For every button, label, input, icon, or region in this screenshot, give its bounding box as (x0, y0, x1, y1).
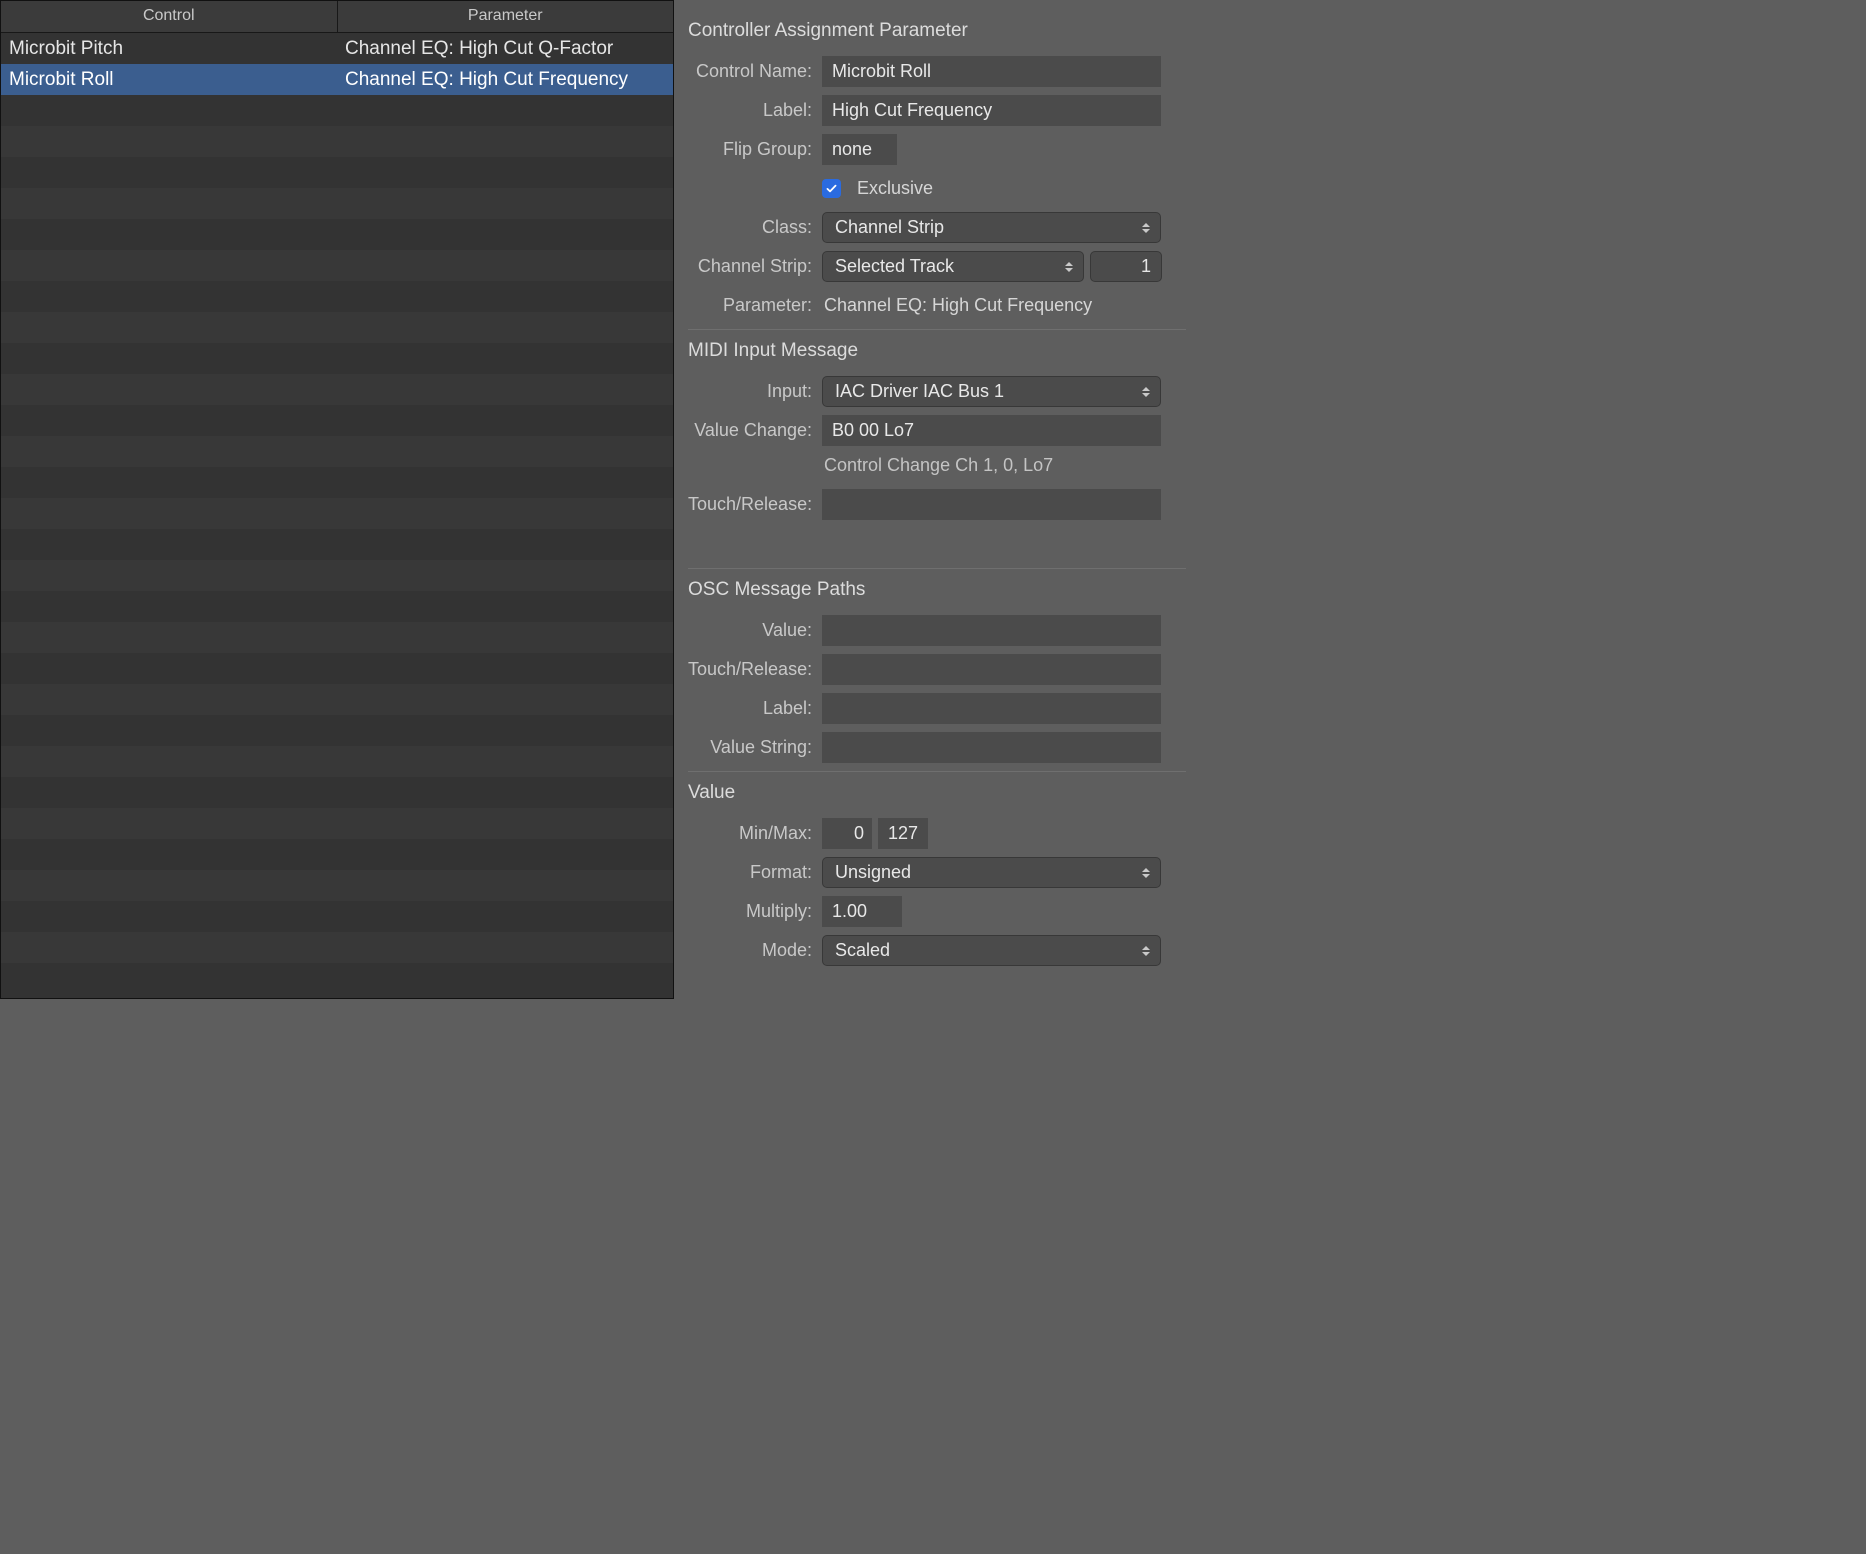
label-parameter: Parameter: (688, 295, 822, 316)
stepper-icon (1140, 865, 1152, 881)
table-row[interactable]: Microbit PitchChannel EQ: High Cut Q-Fac… (1, 33, 673, 64)
table-row-empty (1, 405, 673, 436)
class-select[interactable]: Channel Strip (822, 212, 1161, 243)
assignments-table: Control Parameter Microbit PitchChannel … (0, 0, 674, 999)
flip-group-input[interactable] (822, 134, 897, 165)
table-header: Control Parameter (1, 1, 673, 33)
min-input[interactable] (822, 818, 872, 849)
mode-select[interactable]: Scaled (822, 935, 1161, 966)
label-input[interactable] (822, 95, 1161, 126)
midi-input-select[interactable]: IAC Driver IAC Bus 1 (822, 376, 1161, 407)
cell-parameter: Channel EQ: High Cut Frequency (337, 69, 673, 91)
format-select[interactable]: Unsigned (822, 857, 1161, 888)
label-value-change: Value Change: (688, 420, 822, 441)
table-row-empty (1, 870, 673, 901)
table-row-empty (1, 777, 673, 808)
label-min-max: Min/Max: (688, 823, 822, 844)
table-row-empty (1, 808, 673, 839)
section-title-value: Value (688, 772, 1186, 818)
table-row-empty (1, 250, 673, 281)
label-control-name: Control Name: (688, 61, 822, 82)
stepper-icon (1140, 220, 1152, 236)
table-row-empty (1, 901, 673, 932)
label-osc-label: Label: (688, 698, 822, 719)
table-row-empty (1, 622, 673, 653)
table-row-empty (1, 436, 673, 467)
table-row-empty (1, 281, 673, 312)
label-format: Format: (688, 862, 822, 883)
table-row-empty (1, 529, 673, 560)
table-row-empty (1, 839, 673, 870)
label-osc-touch-release: Touch/Release: (688, 659, 822, 680)
cell-control: Microbit Pitch (1, 38, 337, 60)
table-row-empty (1, 653, 673, 684)
section-title-osc: OSC Message Paths (688, 569, 1186, 615)
table-row-empty (1, 498, 673, 529)
cell-control: Microbit Roll (1, 69, 337, 91)
table-row-empty (1, 560, 673, 591)
label-input: Input: (688, 381, 822, 402)
parameter-text: Channel EQ: High Cut Frequency (822, 295, 1092, 316)
channel-strip-select[interactable]: Selected Track (822, 251, 1084, 282)
exclusive-label: Exclusive (855, 178, 933, 199)
table-row-empty (1, 591, 673, 622)
osc-label-input[interactable] (822, 693, 1161, 724)
table-row-empty (1, 932, 673, 963)
table-row-empty (1, 467, 673, 498)
osc-value-input[interactable] (822, 615, 1161, 646)
table-row-empty (1, 746, 673, 777)
label-label: Label: (688, 100, 822, 121)
max-input[interactable] (878, 818, 928, 849)
midi-touch-release-input[interactable] (822, 489, 1161, 520)
label-channel-strip: Channel Strip: (688, 256, 822, 277)
multiply-input[interactable] (822, 896, 902, 927)
column-header-control[interactable]: Control (1, 1, 338, 32)
exclusive-checkbox[interactable] (822, 179, 841, 198)
check-icon (825, 182, 838, 195)
label-mode: Mode: (688, 940, 822, 961)
stepper-icon (1140, 943, 1152, 959)
section-title-controller: Controller Assignment Parameter (688, 12, 1186, 56)
channel-strip-index[interactable]: 1 (1090, 251, 1162, 282)
label-flip-group: Flip Group: (688, 139, 822, 160)
table-row[interactable]: Microbit RollChannel EQ: High Cut Freque… (1, 64, 673, 95)
table-row-empty (1, 684, 673, 715)
table-row-empty (1, 312, 673, 343)
table-row-empty (1, 219, 673, 250)
label-osc-value: Value: (688, 620, 822, 641)
column-header-parameter[interactable]: Parameter (338, 1, 674, 32)
value-change-input[interactable] (822, 415, 1161, 446)
stepper-icon (1063, 259, 1075, 275)
control-name-input[interactable] (822, 56, 1161, 87)
table-row-empty (1, 95, 673, 126)
table-row-empty (1, 374, 673, 405)
osc-value-string-input[interactable] (822, 732, 1161, 763)
section-title-midi: MIDI Input Message (688, 330, 1186, 376)
label-class: Class: (688, 217, 822, 238)
label-osc-value-string: Value String: (688, 737, 822, 758)
osc-touch-release-input[interactable] (822, 654, 1161, 685)
label-touch-release: Touch/Release: (688, 494, 822, 515)
table-row-empty (1, 157, 673, 188)
table-row-empty (1, 188, 673, 219)
table-row-empty (1, 343, 673, 374)
stepper-icon (1140, 384, 1152, 400)
inspector-panel: Controller Assignment Parameter Control … (674, 0, 1200, 999)
value-change-description: Control Change Ch 1, 0, Lo7 (822, 455, 1053, 476)
table-body: Microbit PitchChannel EQ: High Cut Q-Fac… (1, 33, 673, 998)
cell-parameter: Channel EQ: High Cut Q-Factor (337, 38, 673, 60)
label-multiply: Multiply: (688, 901, 822, 922)
table-row-empty (1, 715, 673, 746)
table-row-empty (1, 126, 673, 157)
